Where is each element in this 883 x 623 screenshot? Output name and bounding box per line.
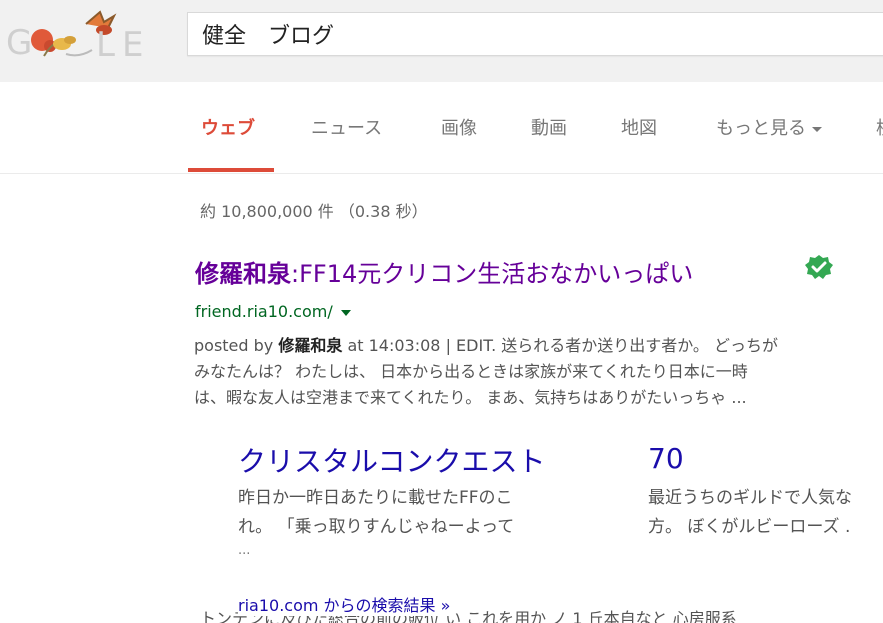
sitelink-snippet-1: 昨日か一昨日あたりに載せたFFのこ れ。 「乗っ取りすんじゃねーよって ... bbox=[238, 484, 514, 560]
result-title-bold: 修羅和泉 bbox=[195, 260, 291, 288]
sitelink-snippet-2: 最近うちのギルドで人気な 方。 ぼくがルビーローズ . bbox=[648, 484, 852, 542]
result-url: friend.ria10.com/ bbox=[195, 302, 351, 321]
tab-images[interactable]: 画像 bbox=[441, 114, 477, 140]
sitelink-1-line-1: 昨日か一昨日あたりに載せたFFのこ bbox=[238, 488, 513, 508]
snippet-line-3: は、暇な友人は空港まで来てくれたり。 まあ、気持ちはありがたいっちゃ ... bbox=[194, 388, 747, 407]
tab-more[interactable]: もっと見る bbox=[716, 114, 822, 140]
sitelink-title-2[interactable]: 70 bbox=[648, 442, 684, 475]
sitelink-1-line-2: れ。 「乗っ取りすんじゃねーよって bbox=[238, 517, 515, 537]
tab-web[interactable]: ウェブ bbox=[201, 114, 255, 140]
svg-text:G: G bbox=[6, 23, 34, 63]
tab-maps[interactable]: 地図 bbox=[621, 114, 657, 140]
sitelink-title-1[interactable]: クリスタルコンクエスト bbox=[238, 440, 545, 480]
top-bar: G L E bbox=[0, 0, 883, 82]
tab-videos[interactable]: 動画 bbox=[531, 114, 567, 140]
svg-text:L: L bbox=[96, 25, 115, 65]
sitelink-1-line-3: ... bbox=[238, 543, 251, 558]
search-tabs: ウェブ ニュース 画像 動画 地図 もっと見る 検 bbox=[0, 82, 883, 174]
more-results-link[interactable]: ria10.com からの検索結果 » bbox=[238, 592, 455, 616]
result-title-link[interactable]: 修羅和泉:FF14元クリコン生活おなかいっぱい bbox=[195, 254, 693, 289]
google-doodle-logo[interactable]: G L E bbox=[4, 6, 154, 68]
tab-news[interactable]: ニュース bbox=[311, 114, 382, 140]
snippet-prefix: posted by bbox=[194, 336, 279, 355]
result-snippet: posted by 修羅和泉 at 14:03:08 | EDIT. 送られる者… bbox=[194, 333, 883, 411]
active-tab-indicator bbox=[188, 168, 274, 172]
search-input[interactable] bbox=[202, 19, 882, 49]
tab-more-label: もっと見る bbox=[716, 118, 806, 139]
result-title-rest: :FF14元クリコン生活おなかいっぱい bbox=[291, 260, 694, 288]
snippet-author: 修羅和泉 bbox=[278, 336, 343, 355]
sitelink-2-line-1: 最近うちのギルドで人気な bbox=[648, 488, 852, 508]
tab-search-tools[interactable]: 検 bbox=[876, 114, 883, 140]
svg-text:E: E bbox=[122, 25, 143, 65]
url-dropdown-icon[interactable] bbox=[340, 309, 351, 316]
snippet-line-1-rest: at 14:03:08 | EDIT. 送られる者か送り出す者か。 どっちが bbox=[342, 336, 779, 355]
snippet-line-2: みなたんは？ わたしは、 日本から出るときは家族が来てくれたり日本に一時 bbox=[194, 362, 748, 381]
snippet-line-1: posted by 修羅和泉 at 14:03:08 | EDIT. 送られる者… bbox=[194, 333, 883, 359]
result-stats: 約 10,800,000 件 （0.38 秒） bbox=[200, 202, 428, 221]
sitelink-2-line-2: 方。 ぼくがルビーローズ . bbox=[648, 517, 851, 537]
verified-check-icon bbox=[805, 255, 833, 279]
search-box[interactable] bbox=[187, 12, 883, 56]
chevron-down-icon bbox=[812, 126, 822, 132]
result-url-text: friend.ria10.com/ bbox=[195, 302, 333, 321]
